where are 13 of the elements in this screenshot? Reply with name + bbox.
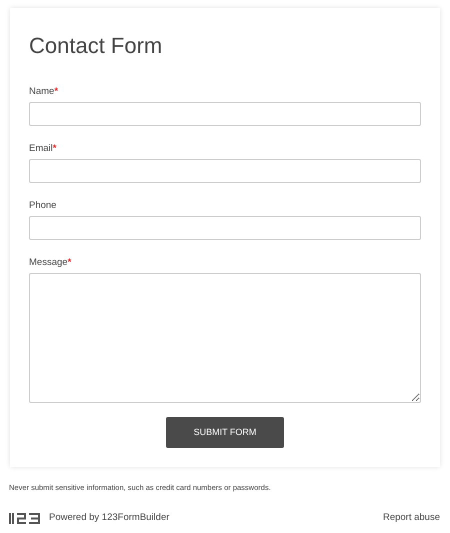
input-field[interactable] [29,102,421,126]
report-abuse-link[interactable]: Report abuse [382,511,440,526]
field-label: Phone [29,200,56,212]
powered-by-link[interactable]: Powered by 123FormBuilder [49,511,170,526]
field-label: Name* [29,86,58,98]
logo-icon [9,512,41,524]
field-label: Message* [29,257,72,269]
field-label: Email* [29,143,56,155]
submit-button[interactable]: SUBMIT FORM [166,417,284,448]
input-field[interactable] [29,159,421,183]
form-title: Contact Form [29,32,164,60]
input-field[interactable] [29,216,421,240]
message-field[interactable] [29,273,421,403]
